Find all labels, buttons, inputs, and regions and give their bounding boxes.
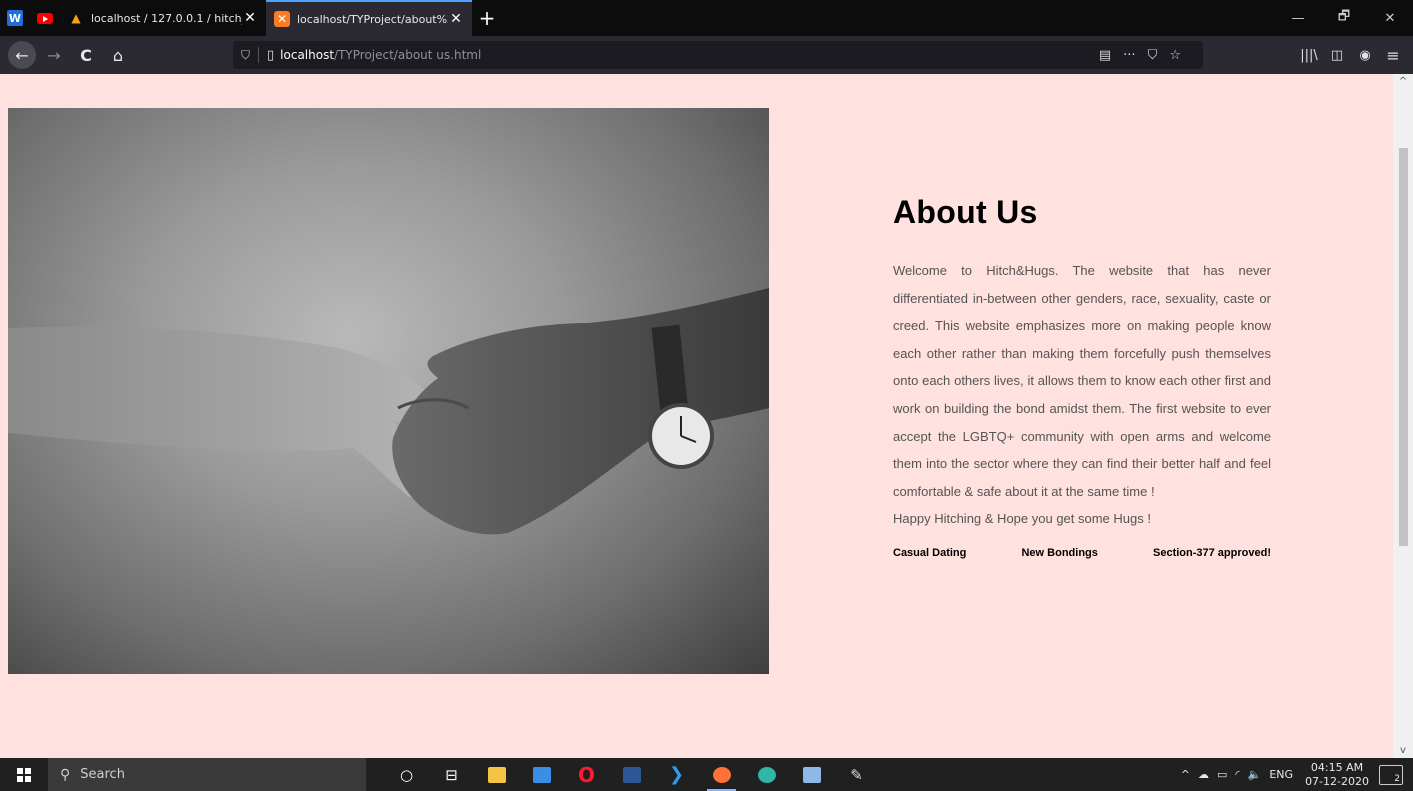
page-title: About Us <box>893 194 1038 230</box>
about-paragraph: Welcome to Hitch&Hugs. The website that … <box>893 263 1271 499</box>
youtube-icon <box>37 12 53 24</box>
opera-icon[interactable]: O <box>564 758 609 791</box>
clock-date: 07-12-2020 <box>1305 774 1369 788</box>
restore-button[interactable]: 🗗 <box>1321 0 1367 36</box>
tab-close-icon[interactable]: ✕ <box>448 11 464 27</box>
reader-view-icon[interactable]: ▤ <box>1099 48 1111 63</box>
toolbar-right: |||\ ◫ ◉ ≡ <box>1295 36 1413 74</box>
tab-title: localhost/TYProject/about%20 <box>297 12 448 26</box>
edge-icon[interactable] <box>744 758 789 791</box>
divider <box>258 47 260 63</box>
menu-icon[interactable]: ≡ <box>1379 46 1407 65</box>
scroll-up-arrow-icon[interactable]: ^ <box>1393 76 1413 87</box>
tray-chevron-icon[interactable]: ^ <box>1181 768 1190 781</box>
clock-time: 04:15 AM <box>1310 760 1364 774</box>
pinned-tab-word[interactable]: W <box>0 0 30 36</box>
pinned-tab-youtube[interactable] <box>30 0 60 36</box>
search-icon: ⚲ <box>60 766 71 783</box>
bookmark-star-icon[interactable]: ☆ <box>1169 48 1181 63</box>
wifi-icon[interactable]: ◜ <box>1235 768 1239 781</box>
system-tray: ^ ☁ ▭ ◜ 🔈 ENG 04:15 AM 07-12-2020 2 <box>1177 758 1413 791</box>
url-host: localhost <box>280 48 335 62</box>
close-window-button[interactable]: ✕ <box>1367 0 1413 36</box>
urlbar-actions: ▤ ··· ⛉ ☆ <box>1099 48 1181 63</box>
library-icon[interactable]: |||\ <box>1295 48 1323 63</box>
notification-count: 2 <box>1394 773 1400 784</box>
vscode-icon[interactable]: ❯ <box>654 758 699 791</box>
tab-bar: W ▲ localhost / 127.0.0.1 / hitch_hug ✕ … <box>0 0 1413 36</box>
scroll-down-arrow-icon[interactable]: v <box>1393 745 1413 756</box>
tab-phpmyadmin[interactable]: ▲ localhost / 127.0.0.1 / hitch_hug ✕ <box>60 0 266 36</box>
phpmyadmin-icon: ▲ <box>71 11 81 25</box>
more-actions-icon[interactable]: ··· <box>1123 48 1135 63</box>
clock[interactable]: 04:15 AM 07-12-2020 <box>1305 761 1369 789</box>
feature-section-377: Section-377 approved! <box>1153 546 1271 559</box>
windows-taskbar: ⚲ Search ○ ⊟ O ❯ ✎ ^ ☁ ▭ ◜ 🔈 ENG 04:15 A… <box>0 758 1413 791</box>
task-view-icon[interactable]: ⊟ <box>429 758 474 791</box>
word-icon: W <box>7 10 23 26</box>
paint-icon[interactable]: ✎ <box>834 758 879 791</box>
word-taskbar-icon[interactable] <box>609 758 654 791</box>
navigation-toolbar: ← → C ⌂ ⛉ ▯ localhost/TYProject/about us… <box>0 36 1413 74</box>
volume-icon[interactable]: 🔈 <box>1248 768 1262 781</box>
feature-casual-dating: Casual Dating <box>893 546 967 559</box>
about-section: About Us Welcome to Hitch&Hugs. The webs… <box>893 194 1271 559</box>
feature-list: Casual Dating New Bondings Section-377 a… <box>893 547 1271 559</box>
windows-logo-icon <box>17 767 31 782</box>
hands-photo <box>8 108 769 674</box>
taskbar-apps: ○ ⊟ O ❯ ✎ <box>384 758 879 791</box>
window-controls: — 🗗 ✕ <box>1275 0 1413 36</box>
account-icon[interactable]: ◉ <box>1351 48 1379 63</box>
reload-button[interactable]: C <box>72 41 100 69</box>
minimize-button[interactable]: — <box>1275 0 1321 36</box>
vertical-scrollbar[interactable]: ^ v <box>1393 74 1413 758</box>
file-explorer-icon[interactable] <box>474 758 519 791</box>
feature-new-bondings: New Bondings <box>1021 546 1098 559</box>
notes-icon[interactable] <box>789 758 834 791</box>
mail-icon[interactable] <box>519 758 564 791</box>
url-path: /TYProject/about us.html <box>334 48 482 62</box>
new-tab-button[interactable]: + <box>472 0 502 36</box>
firefox-icon[interactable] <box>699 758 744 791</box>
search-label: Search <box>80 767 125 782</box>
tab-title: localhost / 127.0.0.1 / hitch_hug <box>91 11 242 25</box>
tab-close-icon[interactable]: ✕ <box>242 10 258 26</box>
language-indicator[interactable]: ENG <box>1269 768 1293 781</box>
xampp-icon: ✕ <box>274 11 290 27</box>
cortana-icon[interactable]: ○ <box>384 758 429 791</box>
onedrive-icon[interactable]: ☁ <box>1198 768 1209 781</box>
shield-icon[interactable]: ⛉ <box>241 48 250 63</box>
scrollbar-thumb[interactable] <box>1399 148 1408 546</box>
page-viewport: About Us Welcome to Hitch&Hugs. The webs… <box>0 74 1393 758</box>
pocket-icon[interactable]: ⛉ <box>1148 48 1158 63</box>
tab-about-us[interactable]: ✕ localhost/TYProject/about%20 ✕ <box>266 0 472 36</box>
home-button[interactable]: ⌂ <box>104 41 132 69</box>
notifications-icon[interactable]: 2 <box>1379 764 1403 785</box>
taskbar-search[interactable]: ⚲ Search <box>48 758 366 791</box>
holding-hands-image <box>8 288 769 535</box>
tagline: Happy Hitching & Hope you get some Hugs … <box>893 511 1151 527</box>
back-button[interactable]: ← <box>8 41 36 69</box>
battery-icon[interactable]: ▭ <box>1217 768 1227 781</box>
start-button[interactable] <box>0 758 48 791</box>
page-icon[interactable]: ▯ <box>267 48 274 63</box>
sidebar-icon[interactable]: ◫ <box>1323 48 1351 63</box>
forward-button[interactable]: → <box>40 41 68 69</box>
address-bar[interactable]: ⛉ ▯ localhost/TYProject/about us.html ▤ … <box>233 41 1203 69</box>
